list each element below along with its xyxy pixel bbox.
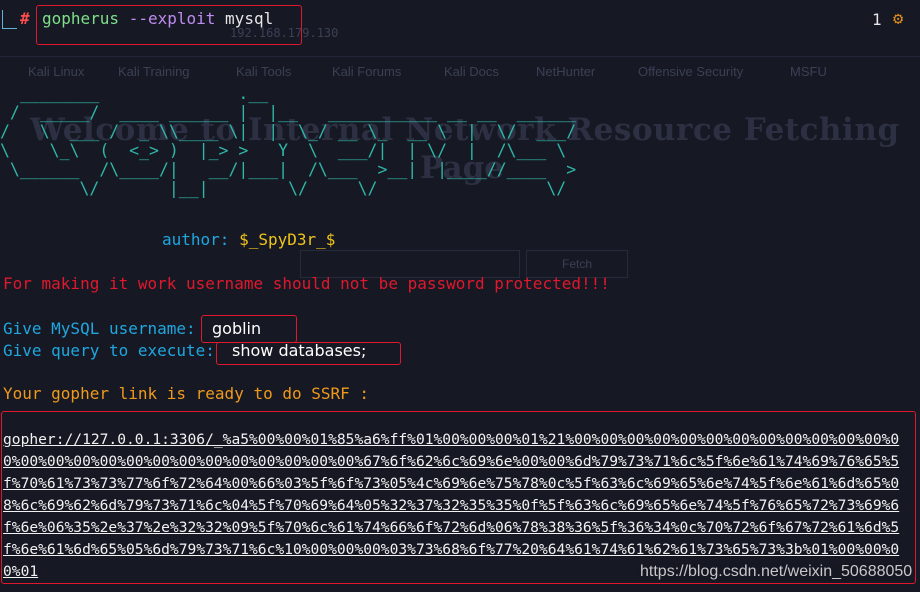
ready-message: Your gopher link is ready to do SSRF : — [3, 384, 370, 403]
command-highlight-box — [36, 5, 302, 45]
banner-line: \/ |__| \/ \/ \/ — [0, 179, 567, 198]
bookmark-nethunter[interactable]: NetHunter — [536, 64, 595, 79]
query-prompt: Give query to execute: — [3, 341, 215, 360]
bookmark-kali-forums[interactable]: Kali Forums — [332, 64, 401, 79]
prompt-corner-decoration — [2, 10, 17, 29]
bookmark-msfu[interactable]: MSFU — [790, 64, 827, 79]
username-prompt: Give MySQL username: — [3, 319, 196, 338]
root-prompt-symbol: # — [20, 9, 30, 28]
password-warning: For making it work username should not b… — [3, 274, 610, 293]
banner-line: / \ ___ / _ \\____ \| | \_/ __ \_ __ \ |… — [0, 122, 577, 141]
author-line: author: $_SpyD3r_$ — [162, 230, 335, 249]
banner-line: \ \_\ ( <_> ) |_> > Y \ ___/| | \/ | /\_… — [0, 141, 567, 160]
bookmark-kali-training[interactable]: Kali Training — [118, 64, 190, 79]
bookmark-kali-docs[interactable]: Kali Docs — [444, 64, 499, 79]
username-highlight-box — [201, 315, 297, 343]
gopherus-ascii-banner: ________ .__ / _____/ ____ ______ | |__ … — [0, 84, 576, 198]
author-value: $_SpyD3r_$ — [239, 230, 336, 249]
banner-line: \______ /\____/| __/|___| /\___ >__| |__… — [0, 160, 577, 179]
bookmarks-bar: Kali Linux Kali Training Kali Tools Kali… — [0, 64, 920, 84]
gopher-payload-link[interactable]: gopher://127.0.0.1:3306/_%a5%00%00%01%85… — [3, 429, 915, 583]
bookmark-kali-tools[interactable]: Kali Tools — [236, 64, 291, 79]
author-label: author: — [162, 230, 230, 249]
bookmark-offensive-security[interactable]: Offensive Security — [638, 64, 743, 79]
banner-line: / _____/ ____ ______ | |__ ___________ _… — [0, 103, 577, 122]
banner-line: ________ .__ — [0, 84, 269, 103]
query-highlight-box — [216, 342, 401, 365]
csdn-watermark: https://blog.csdn.net/weixin_50688050 — [638, 563, 915, 581]
background-job-count: 1 — [872, 10, 882, 29]
browser-divider — [0, 56, 920, 57]
bookmark-kali-linux[interactable]: Kali Linux — [28, 64, 84, 79]
gear-icon: ⚙ — [893, 9, 904, 29]
